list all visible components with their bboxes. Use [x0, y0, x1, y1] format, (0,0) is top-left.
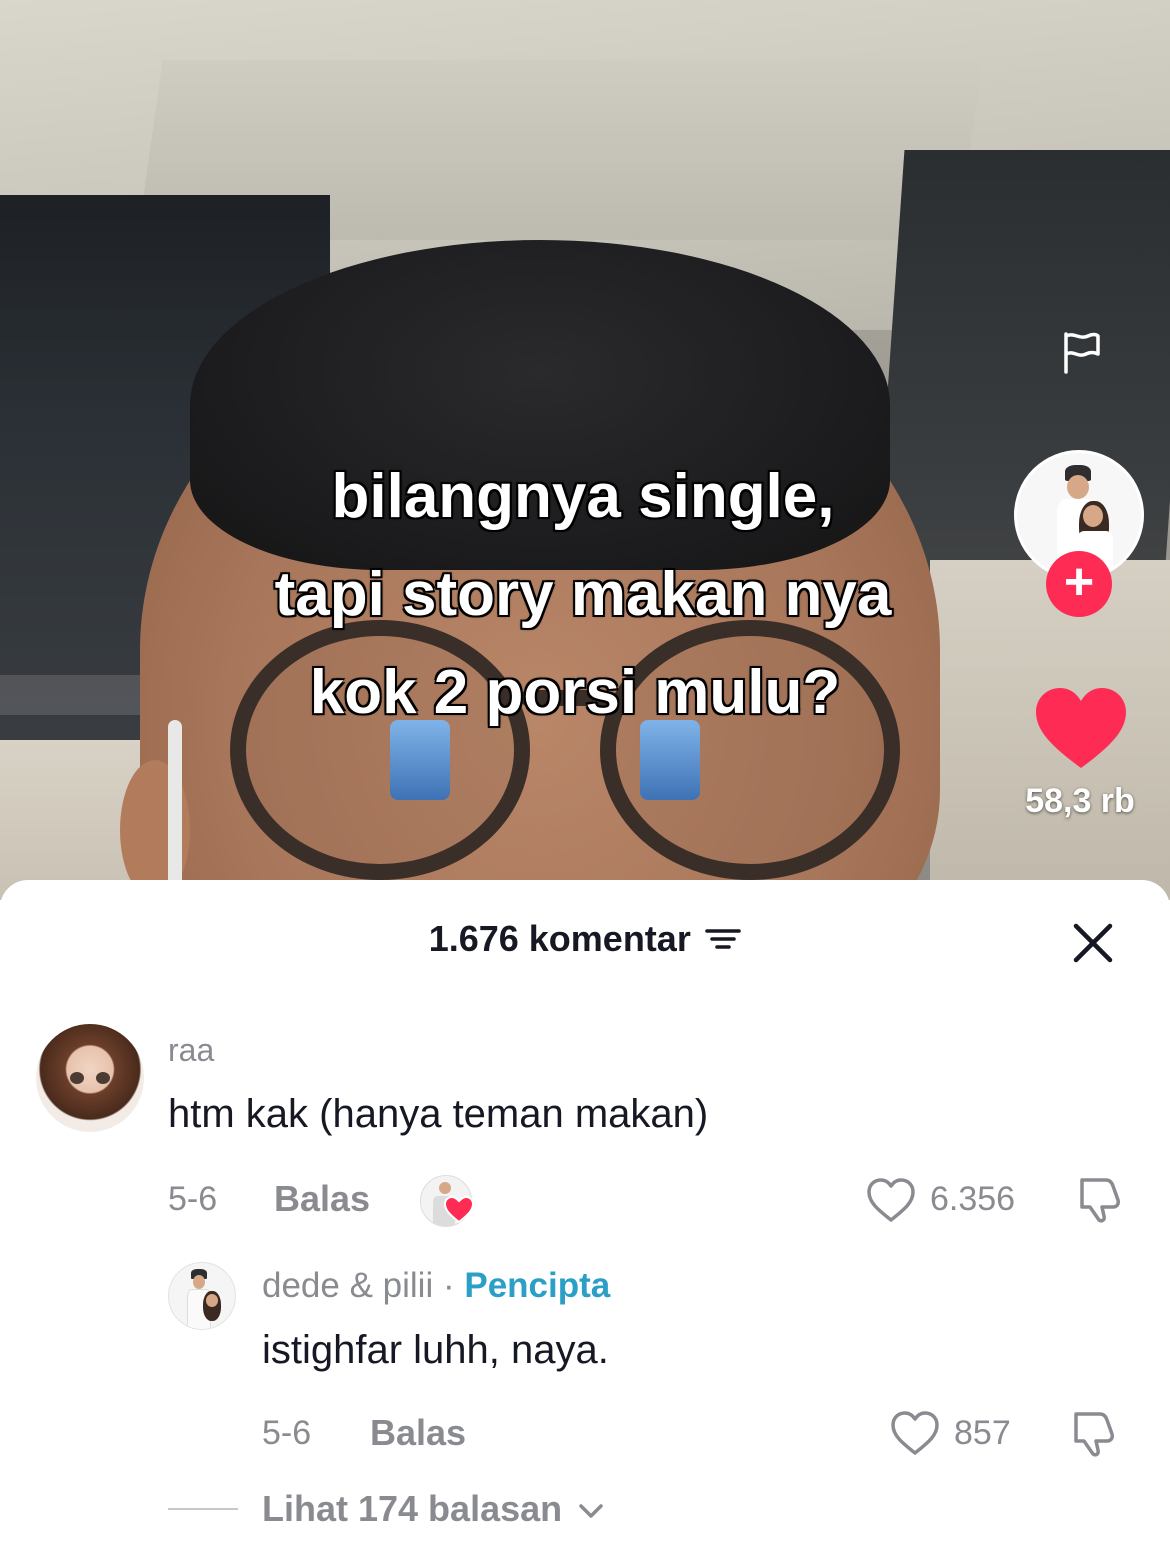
comment-text: htm kak (hanya teman makan): [168, 1092, 709, 1136]
dislike-icon[interactable]: [1072, 1174, 1124, 1226]
video-person-mask-strap: [168, 720, 182, 900]
reply-username[interactable]: dede & pilii: [262, 1266, 433, 1305]
reply-button[interactable]: Balas: [370, 1412, 466, 1454]
replies-divider-line: [168, 1508, 238, 1510]
reply-like-heart-icon[interactable]: [890, 1410, 940, 1456]
view-replies-button[interactable]: Lihat 174 balasan: [262, 1488, 604, 1530]
reply-button[interactable]: Balas: [274, 1178, 370, 1220]
chevron-down-icon: [579, 1504, 603, 1519]
comment-date: 5-6: [168, 1180, 218, 1218]
comments-count-title: 1.676 komentar: [428, 918, 691, 959]
dislike-icon[interactable]: [1066, 1408, 1118, 1460]
creator-liked-heart-icon: [444, 1196, 474, 1224]
caption-line: tapi story makan nya: [274, 560, 892, 629]
comment-username[interactable]: raa: [168, 1032, 214, 1069]
view-replies-label: Lihat 174 balasan: [262, 1488, 563, 1529]
comments-sheet: 1.676 komentar raa htm kak (hanya teman …: [0, 880, 1170, 1552]
close-icon[interactable]: [1070, 920, 1116, 966]
caption-line: bilangnya single,: [331, 462, 835, 531]
caption-line: kok 2 porsi mulu?: [309, 658, 841, 727]
avatar[interactable]: [36, 1024, 144, 1132]
like-heart-icon[interactable]: [1034, 686, 1128, 770]
reply-date: 5-6: [262, 1414, 312, 1452]
report-flag-icon[interactable]: [1058, 330, 1102, 374]
separator-dot: ·: [442, 1266, 455, 1305]
like-count: 58,3 rb: [1025, 782, 1135, 820]
reply-username-row: dede & pilii · Pencipta: [262, 1266, 610, 1306]
video-caption-overlay: bilangnya single, tapi story makan nya k…: [0, 448, 1170, 742]
reply-like-count: 857: [954, 1414, 1011, 1452]
creator-badge: Pencipta: [464, 1266, 611, 1305]
comment-like-count: 6.356: [930, 1180, 1016, 1218]
comment-like-heart-icon[interactable]: [866, 1177, 916, 1223]
avatar[interactable]: [168, 1262, 236, 1330]
comments-header: 1.676 komentar: [0, 918, 1170, 968]
reply-text: istighfar luhh, naya.: [262, 1328, 609, 1372]
video-player[interactable]: bilangnya single, tapi story makan nya k…: [0, 0, 1170, 900]
sort-filter-icon[interactable]: [705, 924, 742, 954]
follow-plus-button[interactable]: +: [1046, 551, 1112, 617]
